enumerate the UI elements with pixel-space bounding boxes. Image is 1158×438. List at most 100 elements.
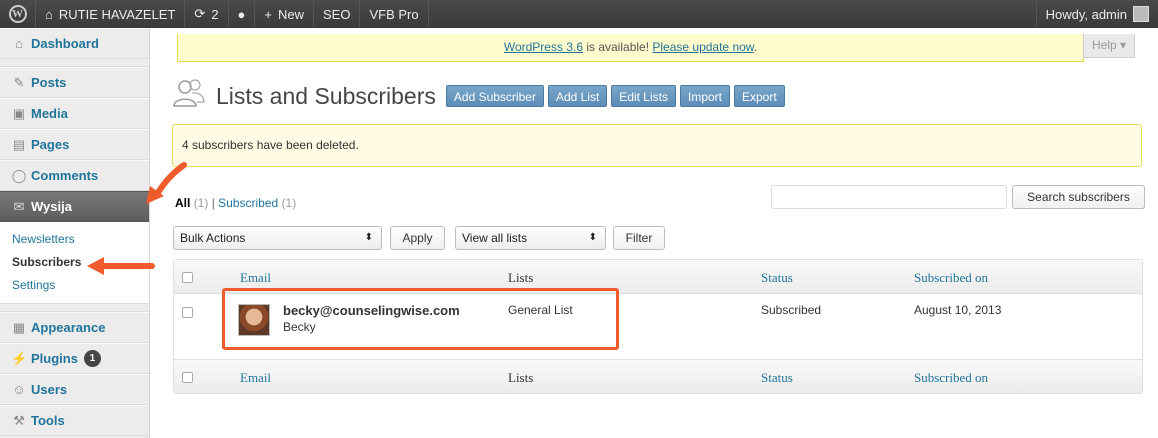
submenu-item-newsletters[interactable]: Newsletters <box>0 228 149 251</box>
export-button[interactable]: Export <box>734 85 785 107</box>
page-title: Lists and Subscribers <box>216 82 436 109</box>
status-filter-links: All (1) | Subscribed (1) <box>175 196 296 210</box>
chevron-down-icon: ▾ <box>1120 38 1127 52</box>
apply-button[interactable]: Apply <box>390 226 445 250</box>
house-icon: ⌂ <box>45 6 53 22</box>
pushpin-icon: ✎ <box>13 74 25 90</box>
filter-subscribed-count: (1) <box>281 196 297 210</box>
select-arrows-icon: ⬍ <box>588 232 597 243</box>
vfb-label: VFB Pro <box>369 6 419 22</box>
add-list-button[interactable]: Add List <box>547 85 608 107</box>
users-icon: ☺ <box>12 382 26 397</box>
column-status[interactable]: Status <box>761 270 793 286</box>
wordpress-icon: W <box>8 5 27 23</box>
sidebar-item-label: Users <box>31 382 68 397</box>
update-notice-end: . <box>753 40 758 54</box>
filter-subscribed-link[interactable]: Subscribed <box>218 196 278 210</box>
sidebar-item-pages[interactable]: ▤ Pages <box>0 129 149 160</box>
comments-menu[interactable]: ● <box>229 0 256 28</box>
sidebar-item-label: Tools <box>31 413 65 428</box>
search-input[interactable] <box>771 185 1007 209</box>
footer-column-subscribed-on[interactable]: Subscribed on <box>914 370 988 386</box>
user-avatar-icon <box>1133 6 1149 22</box>
sidebar-item-label: Appearance <box>31 320 106 335</box>
footer-column-status[interactable]: Status <box>761 370 793 386</box>
sidebar-item-comments[interactable]: ◯ Comments <box>0 160 149 191</box>
sidebar-item-plugins[interactable]: ⚡ Plugins 1 <box>0 343 149 374</box>
bulk-actions-select[interactable]: Bulk Actions ⬍ <box>173 226 382 250</box>
column-email[interactable]: Email <box>240 270 271 286</box>
edit-lists-button[interactable]: Edit Lists <box>611 85 676 107</box>
bulk-actions-value: Bulk Actions <box>180 231 246 245</box>
sidebar-item-label: Wysija <box>31 199 72 214</box>
import-button[interactable]: Import <box>679 85 730 107</box>
menu-separator <box>0 304 149 312</box>
speech-bubble-icon: ● <box>237 6 246 22</box>
select-all-checkbox[interactable] <box>182 272 193 283</box>
updates-menu[interactable]: ⟳ 2 <box>185 0 229 28</box>
sidebar-item-media[interactable]: ▣ Media <box>0 98 149 129</box>
media-icon: ▣ <box>12 105 26 121</box>
table-footer: Email Lists Status Subscribed on <box>174 359 1142 393</box>
new-content-menu[interactable]: + New <box>255 0 315 28</box>
pages-icon: ▤ <box>12 136 26 152</box>
filter-button[interactable]: Filter <box>613 226 665 250</box>
update-notice: WordPress 3.6 is available! Please updat… <box>177 34 1084 62</box>
sidebar-item-label: Pages <box>31 137 70 152</box>
footer-column-lists: Lists <box>508 370 534 385</box>
column-lists: Lists <box>508 270 534 285</box>
sidebar-item-tools[interactable]: ⚒ Tools <box>0 405 149 436</box>
annotation-arrow-wysija <box>146 162 187 204</box>
seo-menu[interactable]: SEO <box>314 0 361 28</box>
lists-filter-select[interactable]: View all lists ⬍ <box>455 226 606 250</box>
sidebar-item-label: Media <box>31 106 68 121</box>
admin-bar: W ⌂ RUTIE HAVAZELET ⟳ 2 ● + New SEO VFB … <box>0 0 1158 28</box>
column-subscribed-on[interactable]: Subscribed on <box>914 270 988 286</box>
subscribers-icon <box>172 78 208 114</box>
comment-bubble-icon: ◯ <box>11 167 27 183</box>
tools-icon: ⚒ <box>13 412 25 428</box>
select-arrows-icon: ⬍ <box>364 232 373 243</box>
sidebar-item-users[interactable]: ☺ Users <box>0 374 149 405</box>
footer-column-email[interactable]: Email <box>240 370 271 386</box>
plus-icon: + <box>264 6 272 22</box>
sidebar-item-appearance[interactable]: ▦ Appearance <box>0 312 149 343</box>
howdy-text: Howdy, admin <box>1045 6 1127 22</box>
subscriber-date: August 10, 2013 <box>914 303 1002 317</box>
deleted-notice-text: 4 subscribers have been deleted. <box>182 138 359 152</box>
select-all-checkbox-footer[interactable] <box>182 372 193 383</box>
account-menu[interactable]: Howdy, admin <box>1035 0 1158 28</box>
sidebar-item-dashboard[interactable]: ⌂ Dashboard <box>0 28 149 59</box>
plugins-update-badge: 1 <box>83 350 101 367</box>
new-label: New <box>278 6 305 22</box>
help-tab-button[interactable]: Help ▾ <box>1083 34 1135 58</box>
appearance-icon: ▦ <box>12 319 26 335</box>
refresh-icon: ⟳ <box>194 6 206 21</box>
subscriber-status: Subscribed <box>761 303 822 317</box>
updates-count: 2 <box>211 6 219 22</box>
site-name-menu[interactable]: ⌂ RUTIE HAVAZELET <box>36 0 186 28</box>
plug-icon: ⚡ <box>11 350 28 366</box>
add-subscriber-button[interactable]: Add Subscriber <box>445 85 544 107</box>
wordpress-version-link[interactable]: WordPress 3.6 <box>504 40 583 54</box>
page-header: Lists and Subscribers Add Subscriber Add… <box>172 78 789 114</box>
filter-separator: | <box>211 196 215 210</box>
sidebar-item-wysija[interactable]: ✉ Wysija <box>0 191 149 222</box>
lists-filter-value: View all lists <box>462 231 528 245</box>
sidebar-item-label: Plugins <box>31 351 78 366</box>
menu-separator <box>0 59 149 67</box>
wordpress-logo-menu[interactable]: W <box>0 0 36 28</box>
search-subscribers-button[interactable]: Search subscribers <box>1012 185 1145 209</box>
help-label: Help <box>1091 38 1117 52</box>
row-checkbox[interactable] <box>182 307 193 318</box>
sidebar-item-posts[interactable]: ✎ Posts <box>0 67 149 98</box>
vfb-pro-menu[interactable]: VFB Pro <box>360 0 429 28</box>
update-now-link[interactable]: Please update now <box>652 40 753 54</box>
admin-sidebar: ⌂ Dashboard ✎ Posts ▣ Media ▤ Pages ◯ Co… <box>0 28 150 438</box>
filter-all-count: (1) <box>193 196 209 210</box>
seo-label: SEO <box>323 6 351 22</box>
sidebar-item-label: Posts <box>31 75 67 90</box>
dashboard-icon: ⌂ <box>15 36 23 51</box>
envelope-icon: ✉ <box>13 198 25 214</box>
sidebar-item-label: Comments <box>31 168 99 183</box>
